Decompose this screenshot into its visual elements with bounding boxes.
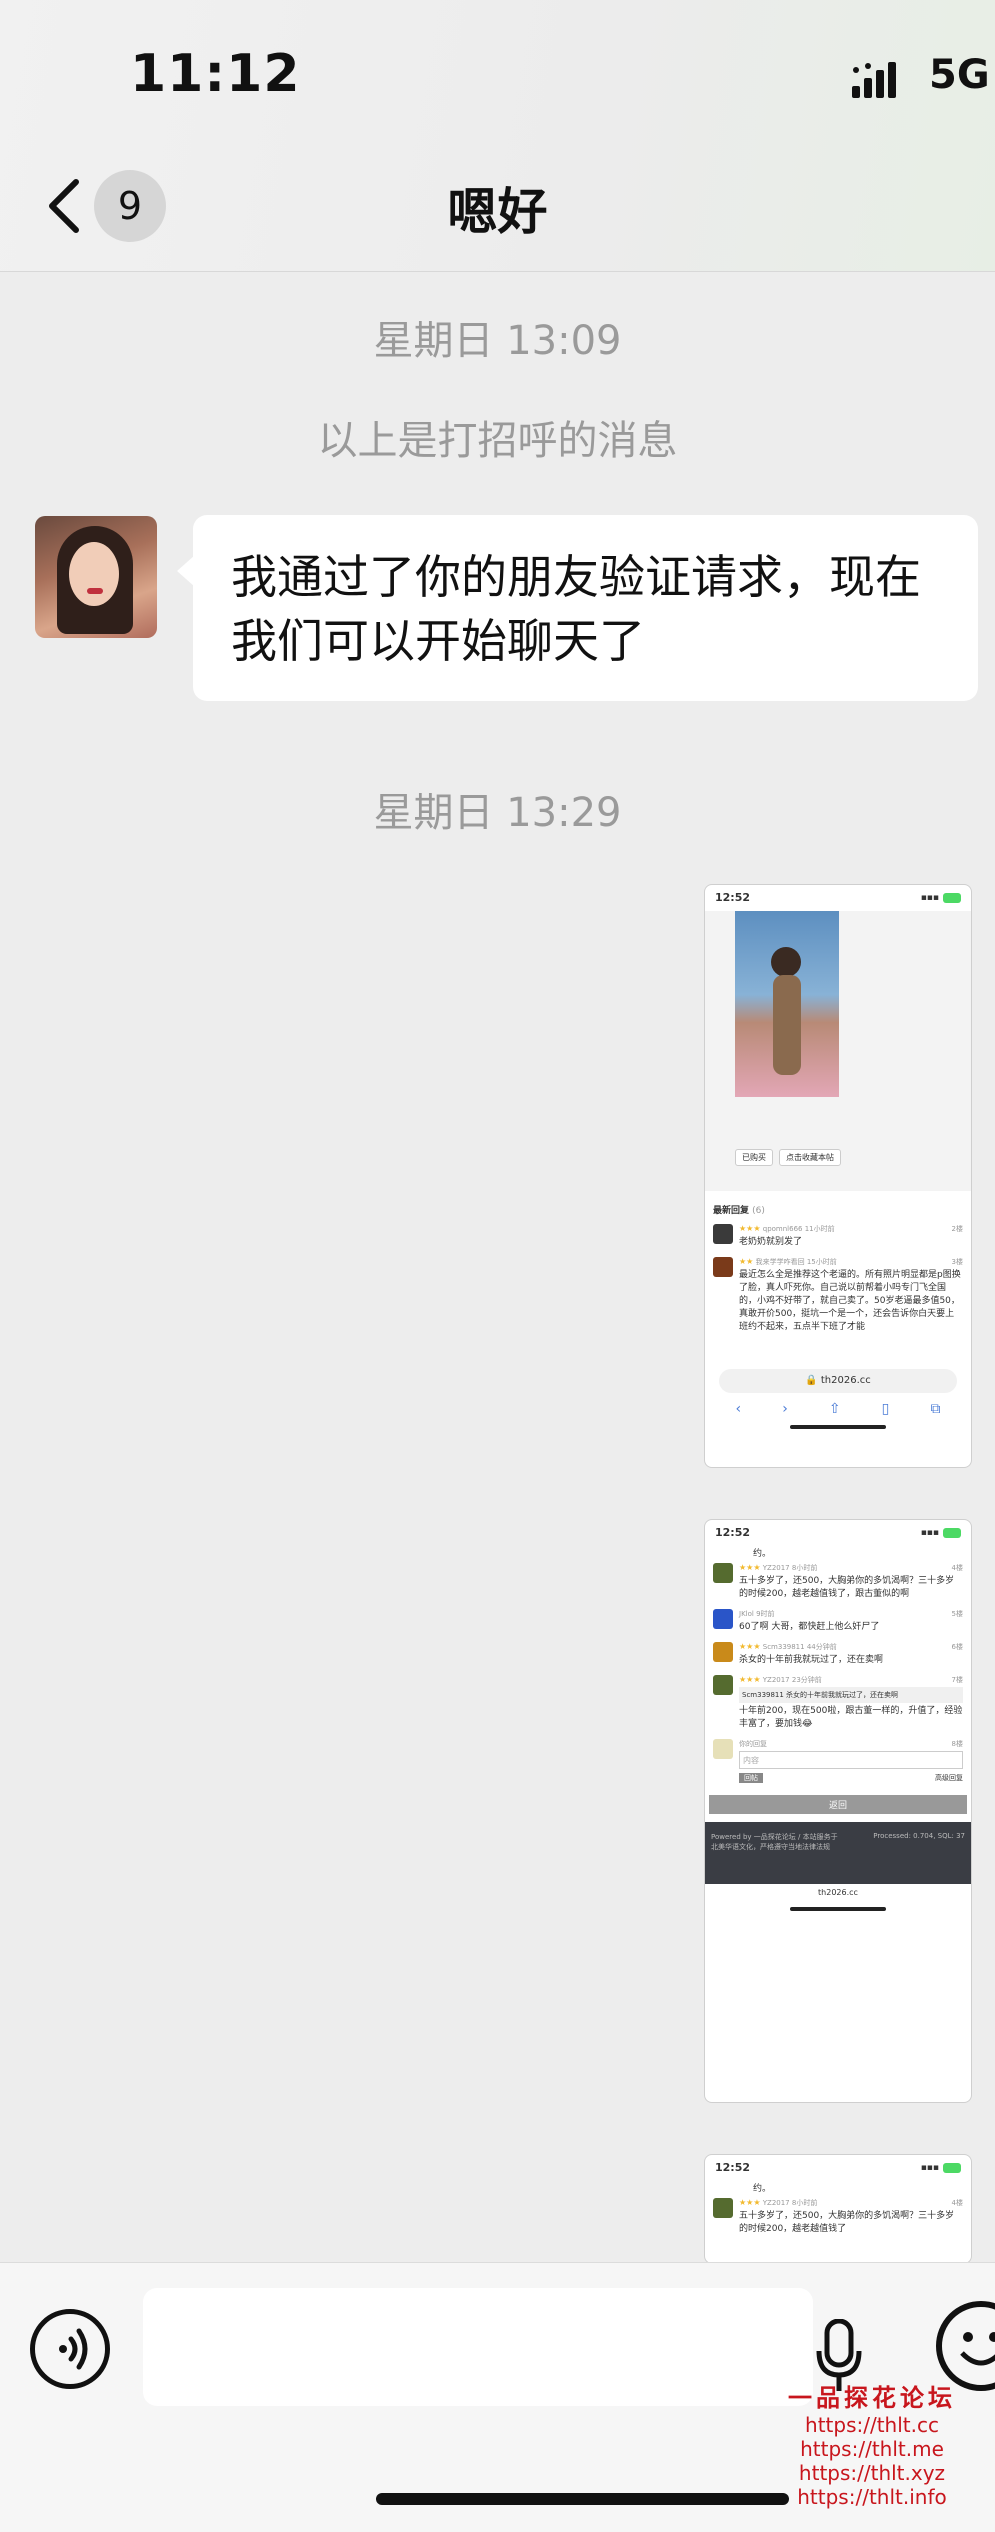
mini-status-bar: 12:52 ▪▪▪ [705, 2155, 971, 2181]
reply-item: ★★★ qpomnl666 11小时前 2楼 老奶奶就别发了 [705, 1220, 971, 1253]
purchased-button[interactable]: 已购买 [735, 1149, 773, 1166]
post-photo [735, 911, 839, 1097]
mini-url-bar: 🔒 th2026.cc [719, 1369, 957, 1393]
reply-item: ★★★ YZ2017 8小时前 4楼 五十多岁了，还500，大胸弟你的多饥渴啊？… [705, 2194, 971, 2240]
reply-item: ★★★ YZ2017 8小时前 4楼 五十多岁了，还500，大胸弟你的多饥渴啊？… [705, 1559, 971, 1605]
message-input[interactable] [143, 2288, 813, 2406]
voice-icon [59, 2328, 88, 2370]
system-notice: 以上是打招呼的消息 [317, 418, 678, 464]
contact-avatar[interactable] [35, 516, 157, 638]
incoming-message-bubble[interactable]: 我通过了你的朋友验证请求，现在我们可以开始聊天了 [177, 515, 978, 701]
top-bar: 11:12 5G 9 嗯好 [0, 0, 995, 272]
watermark: 一品探花论坛 https://thlt.cc https://thlt.me h… [788, 2384, 956, 2509]
reply-form: 你的回复 8楼 内容 回帖 高级回复 [705, 1735, 971, 1787]
post-photo-area: 已购买 点击收藏本帖 [705, 911, 971, 1191]
smiley-icon [960, 2332, 995, 2366]
reply-item: JKlol 9时前 5楼 60了啊 大哥，都快赶上他么奸尸了 [705, 1605, 971, 1638]
status-time: 11:12 [130, 44, 301, 104]
voice-toggle-button[interactable] [30, 2309, 110, 2389]
signal-icon [852, 62, 896, 98]
mini-browser-nav: ‹ › ⇧ ▯ ⧉ [735, 1401, 941, 1417]
image-message[interactable]: 12:52 ▪▪▪ 约。 ★★★ YZ2017 8小时前 4楼 五十多岁了，还5… [704, 1519, 972, 2103]
battery-icon [943, 2163, 961, 2173]
reply-item: ★★ 我来学学咋看回 15小时前 3楼 最近怎么全是推荐这个老逼的。所有照片明显… [705, 1253, 971, 1363]
mini-status-bar: 12:52 ▪▪▪ [705, 885, 971, 911]
home-indicator[interactable] [376, 2493, 789, 2505]
chat-title: 嗯好 [447, 183, 548, 241]
timestamp: 星期日 13:29 [373, 790, 622, 836]
latest-replies-header: 最新回复 (6) [713, 1206, 765, 1216]
battery-icon [943, 893, 961, 903]
image-message[interactable]: 12:52 ▪▪▪ 约。 ★★★ YZ2017 8小时前 4楼 五十多岁了，还5… [704, 2154, 972, 2264]
mini-footer: Powered by 一品探花论坛 / 本站服务于北美华语文化，严格遵守当地法律… [705, 1822, 971, 1884]
reply-item: ★★★ Scm339811 44分钟前 6楼 杀女的十年前我就玩过了，还在卖啊 [705, 1638, 971, 1671]
mini-status-bar: 12:52 ▪▪▪ [705, 1520, 971, 1546]
battery-icon [943, 1528, 961, 1538]
network-type: 5G [929, 52, 990, 98]
image-message[interactable]: 12:52 ▪▪▪ 已购买 点击收藏本帖 最新回复 (6) ★★★ qpomnl… [704, 884, 972, 1468]
favorite-button[interactable]: 点击收藏本帖 [779, 1149, 841, 1166]
timestamp: 星期日 13:09 [373, 318, 622, 364]
reply-item: ★★★ YZ2017 23分钟前 7楼 Scm339811 杀女的十年前我就玩过… [705, 1671, 971, 1735]
